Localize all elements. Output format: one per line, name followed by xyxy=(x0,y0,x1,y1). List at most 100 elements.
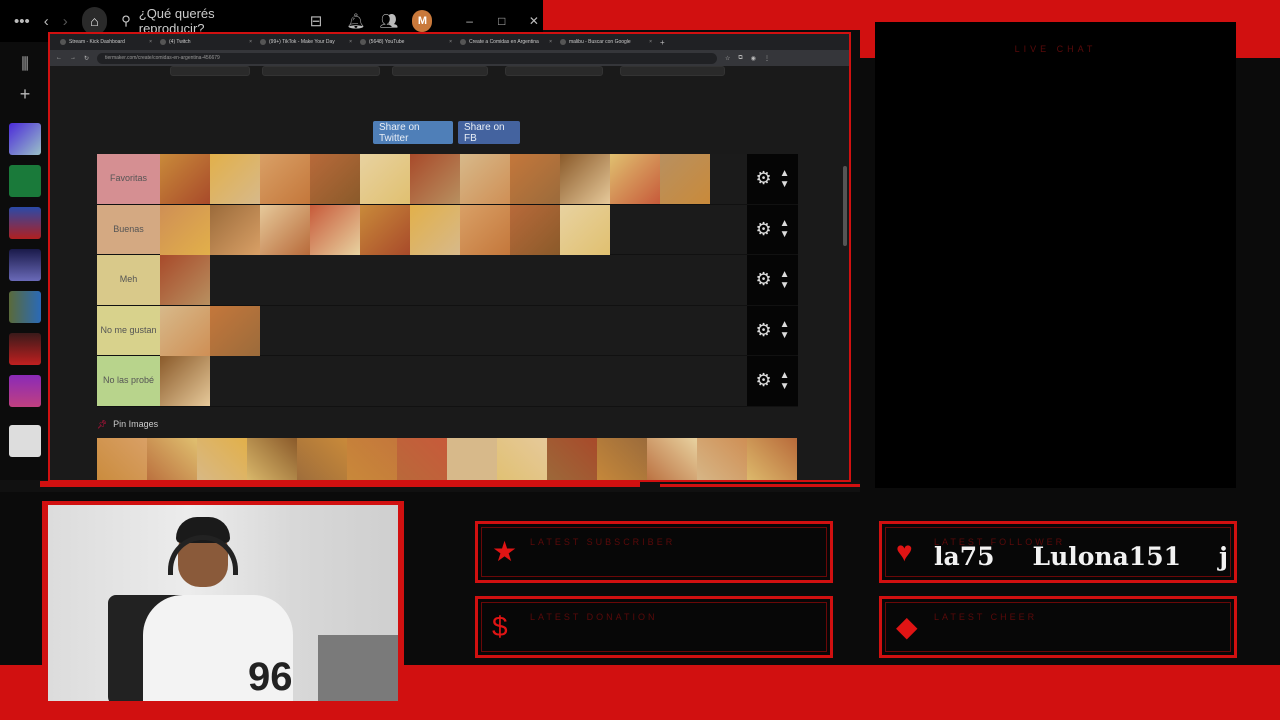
bell-icon[interactable]: 🔔︎ xyxy=(346,12,365,30)
browse-icon[interactable]: ⊟ xyxy=(310,12,323,30)
food-image[interactable] xyxy=(697,438,747,480)
share-twitter-button[interactable]: Share on Twitter xyxy=(373,121,453,144)
browser-tab[interactable]: Stream - Kick Dashboard × xyxy=(56,35,156,49)
pin-images-heading[interactable]: 📌︎ Pin Images xyxy=(97,419,158,429)
food-image[interactable] xyxy=(497,438,547,480)
back-icon[interactable]: ← xyxy=(56,55,62,61)
toolbar-button[interactable] xyxy=(262,66,380,76)
food-image[interactable] xyxy=(260,204,310,255)
food-image[interactable] xyxy=(347,438,397,480)
move-down-icon[interactable]: ▼ xyxy=(780,280,790,291)
friends-icon[interactable]: 👥︎ xyxy=(379,12,398,30)
move-up-icon[interactable]: ▲ xyxy=(780,370,790,381)
food-image[interactable] xyxy=(397,438,447,480)
food-image[interactable] xyxy=(160,204,210,255)
food-image[interactable] xyxy=(510,154,560,204)
move-up-icon[interactable]: ▲ xyxy=(780,319,790,330)
food-image[interactable] xyxy=(510,204,560,255)
playlist-tile[interactable] xyxy=(9,425,41,457)
food-image[interactable] xyxy=(160,255,210,305)
food-image[interactable] xyxy=(747,438,797,480)
food-image[interactable] xyxy=(210,305,260,356)
move-down-icon[interactable]: ▼ xyxy=(780,381,790,392)
tab-close-icon[interactable]: × xyxy=(249,39,252,45)
gear-icon[interactable]: ⚙ xyxy=(755,370,771,391)
food-image[interactable] xyxy=(360,154,410,204)
forward-icon[interactable]: → xyxy=(70,55,76,61)
food-image[interactable] xyxy=(547,438,597,480)
liked-songs-tile[interactable] xyxy=(9,123,41,155)
move-down-icon[interactable]: ▼ xyxy=(780,229,790,240)
extensions-icon[interactable]: ⧉ xyxy=(738,55,742,62)
food-image[interactable] xyxy=(597,438,647,480)
close-button[interactable]: ✕ xyxy=(525,14,543,28)
gear-icon[interactable]: ⚙ xyxy=(755,168,771,189)
tab-close-icon[interactable]: × xyxy=(649,39,652,45)
menu-icon[interactable]: ⋮ xyxy=(764,55,770,62)
food-image[interactable] xyxy=(647,438,697,480)
tier-label[interactable]: Meh xyxy=(97,255,160,305)
gear-icon[interactable]: ⚙ xyxy=(755,219,771,240)
add-icon[interactable]: + xyxy=(20,84,31,105)
back-arrow-icon[interactable]: ‹ xyxy=(44,13,49,30)
browser-tab[interactable]: Create a Comidas en Argentina × xyxy=(456,35,556,49)
food-image[interactable] xyxy=(410,154,460,204)
food-image[interactable] xyxy=(210,154,260,204)
tab-close-icon[interactable]: × xyxy=(449,39,452,45)
food-image[interactable] xyxy=(410,204,460,255)
gear-icon[interactable]: ⚙ xyxy=(755,269,771,290)
tier-label[interactable]: No las probé xyxy=(97,356,160,406)
food-image[interactable] xyxy=(160,154,210,204)
home-button[interactable]: ⌂ xyxy=(81,7,108,35)
food-image[interactable] xyxy=(560,154,610,204)
playlist-tile[interactable] xyxy=(9,249,41,281)
toolbar-button[interactable] xyxy=(505,66,603,76)
food-image[interactable] xyxy=(160,305,210,356)
profile-icon[interactable]: ◉ xyxy=(751,55,756,62)
toolbar-button[interactable] xyxy=(392,66,488,76)
minimize-button[interactable]: – xyxy=(460,14,478,28)
bookmark-star-icon[interactable]: ☆ xyxy=(725,55,730,62)
playlist-tile[interactable] xyxy=(9,333,41,365)
food-image[interactable] xyxy=(660,154,710,204)
food-image[interactable] xyxy=(460,154,510,204)
library-icon[interactable]: ⫼ xyxy=(21,56,28,74)
more-icon[interactable]: ••• xyxy=(14,13,30,30)
move-down-icon[interactable]: ▼ xyxy=(780,179,790,190)
food-image[interactable] xyxy=(210,204,260,255)
tab-close-icon[interactable]: × xyxy=(349,39,352,45)
gear-icon[interactable]: ⚙ xyxy=(755,320,771,341)
new-tab-icon[interactable]: + xyxy=(656,38,665,47)
tab-close-icon[interactable]: × xyxy=(149,39,152,45)
toolbar-button[interactable] xyxy=(620,66,725,76)
spotify-search-input[interactable]: ⚲ ¿Qué querés reproducir? xyxy=(121,6,276,36)
playlist-tile[interactable] xyxy=(9,375,41,407)
maximize-button[interactable]: □ xyxy=(493,14,511,28)
avatar[interactable]: M xyxy=(412,10,433,32)
browser-tab[interactable]: (5648) YouTube × xyxy=(356,35,456,49)
food-image[interactable] xyxy=(297,438,347,480)
food-image[interactable] xyxy=(97,438,147,480)
food-image[interactable] xyxy=(147,438,197,480)
food-image[interactable] xyxy=(360,204,410,255)
food-image[interactable] xyxy=(197,438,247,480)
tab-close-icon[interactable]: × xyxy=(549,39,552,45)
food-image[interactable] xyxy=(310,154,360,204)
food-image[interactable] xyxy=(610,154,660,204)
reload-icon[interactable]: ↻ xyxy=(84,55,89,62)
browser-tab[interactable]: malibu - Buscar con Google × xyxy=(556,35,656,49)
saved-episodes-tile[interactable] xyxy=(9,165,41,197)
move-up-icon[interactable]: ▲ xyxy=(780,269,790,280)
playlist-tile[interactable] xyxy=(9,291,41,323)
browser-tab[interactable]: (99+) TikTok - Make Your Day × xyxy=(256,35,356,49)
food-image[interactable] xyxy=(260,154,310,204)
scrollbar[interactable] xyxy=(843,166,847,246)
food-image[interactable] xyxy=(447,438,497,480)
toolbar-button[interactable] xyxy=(170,66,250,76)
food-image[interactable] xyxy=(160,356,210,406)
food-image[interactable] xyxy=(310,204,360,255)
forward-arrow-icon[interactable]: › xyxy=(63,13,68,30)
tier-label[interactable]: No me gustan xyxy=(97,305,160,355)
tier-label[interactable]: Buenas xyxy=(97,204,160,254)
move-up-icon[interactable]: ▲ xyxy=(780,168,790,179)
